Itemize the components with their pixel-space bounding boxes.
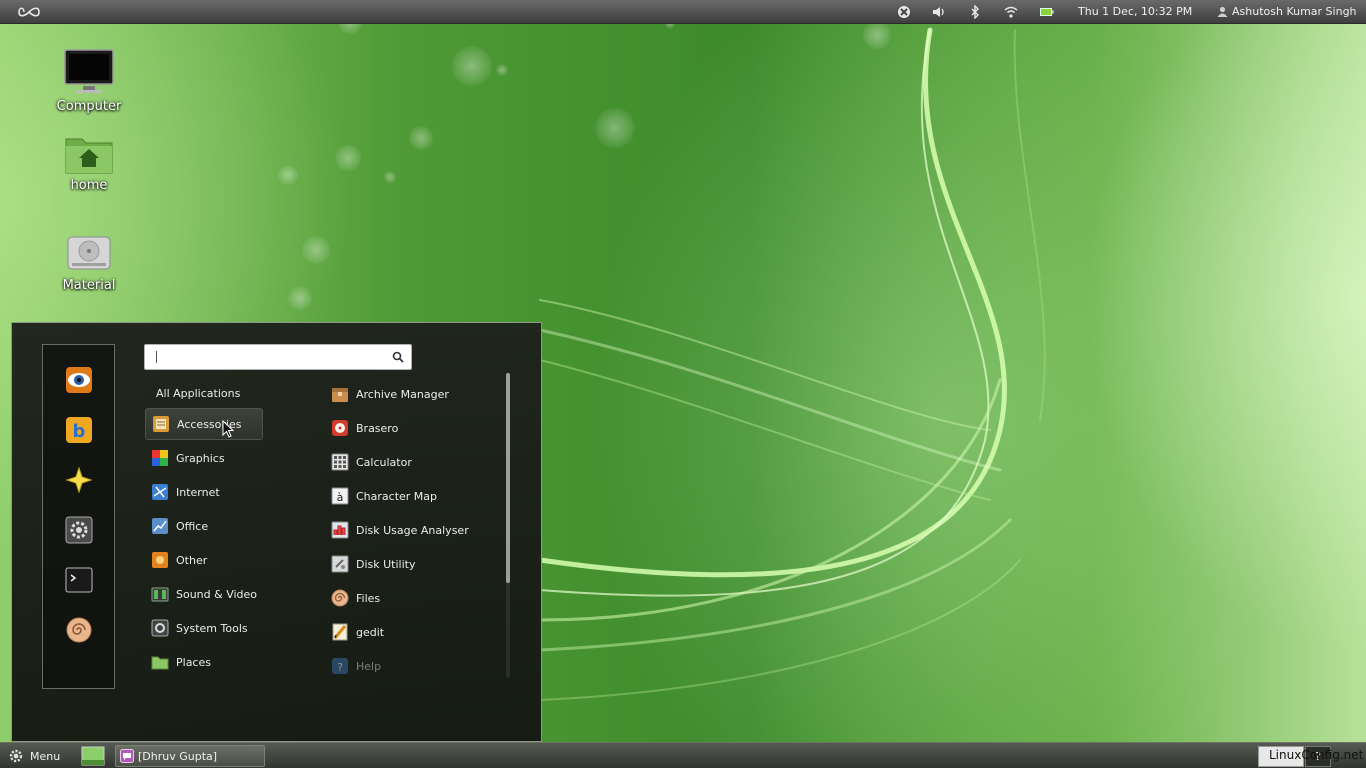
svg-text:?: ? (337, 661, 343, 674)
system-tools-icon (151, 619, 169, 637)
app-disk-utility[interactable]: Disk Utility (325, 548, 503, 580)
application-menu: b All Applications Accessories Graphics … (11, 322, 542, 742)
character-map-icon: à (331, 487, 349, 505)
places-folder-icon (151, 656, 169, 670)
app-label: Brasero (356, 421, 399, 435)
disk-utility-icon (331, 555, 349, 573)
category-places[interactable]: Places (145, 646, 263, 678)
app-archive-manager[interactable]: Archive Manager (325, 378, 503, 410)
menu-button[interactable]: Menu (8, 745, 60, 767)
svg-text:b: b (73, 421, 86, 442)
category-label: Internet (176, 485, 220, 499)
bottom-panel: Menu [Dhruv Gupta] ? LinuxConfig.net (0, 742, 1366, 768)
all-applications-label[interactable]: All Applications (156, 387, 240, 400)
calculator-icon (331, 453, 349, 471)
wifi-icon[interactable] (1001, 0, 1021, 24)
sound-video-icon (151, 587, 169, 602)
bitcoin-app-icon[interactable]: b (65, 416, 93, 444)
mouse-cursor-icon (222, 420, 234, 438)
app-character-map[interactable]: à Character Map (325, 480, 503, 512)
app-calculator[interactable]: Calculator (325, 446, 503, 478)
monitor-icon (64, 49, 114, 93)
app-label: Calculator (356, 455, 412, 469)
help-icon: ? (332, 658, 348, 674)
app-label: Character Map (356, 489, 438, 503)
svg-text:à: à (337, 491, 344, 504)
category-internet[interactable]: Internet (145, 476, 263, 508)
accessibility-icon[interactable] (894, 0, 914, 24)
app-disk-usage-analyser[interactable]: Disk Usage Analyser (325, 514, 503, 546)
user-menu[interactable]: Ashutosh Kumar Singh (1232, 5, 1357, 18)
bluetooth-icon[interactable] (965, 0, 985, 24)
settings-app-icon[interactable] (65, 516, 93, 544)
desktop-icon-material[interactable]: Material (34, 233, 144, 293)
chat-app-icon (120, 749, 134, 763)
drive-icon (67, 236, 111, 270)
category-graphics[interactable]: Graphics (145, 442, 263, 474)
window-title: [Dhruv Gupta] (138, 749, 218, 763)
clock[interactable]: Thu 1 Dec, 10:32 PM (1078, 5, 1192, 18)
desktop-icon-home[interactable]: home (34, 133, 144, 193)
archive-icon (332, 388, 348, 402)
home-folder-icon (65, 138, 113, 174)
infinity-logo-icon[interactable] (18, 4, 40, 20)
search-input[interactable] (144, 344, 412, 370)
app-label: Files (356, 591, 381, 605)
app-label: Disk Utility (356, 557, 416, 571)
category-label: System Tools (176, 621, 248, 635)
category-label: Other (176, 553, 208, 567)
taskbar-window-button[interactable]: [Dhruv Gupta] (115, 745, 265, 767)
other-icon (152, 552, 168, 568)
battery-icon[interactable] (1037, 0, 1057, 24)
disk-usage-icon (331, 521, 349, 539)
category-system-tools[interactable]: System Tools (145, 612, 263, 644)
favorites-panel: b (42, 344, 115, 689)
app-brasero[interactable]: Brasero (325, 412, 503, 444)
category-label: Graphics (176, 451, 225, 465)
category-office[interactable]: Office (145, 510, 263, 542)
office-icon (152, 518, 168, 534)
app-help[interactable]: ? Help (325, 650, 503, 682)
app-files[interactable]: Files (325, 582, 503, 614)
gedit-icon (332, 623, 348, 641)
desktop-icon-computer[interactable]: Computer (34, 48, 144, 114)
category-other[interactable]: Other (145, 544, 263, 576)
app-label: Archive Manager (356, 387, 449, 401)
category-label: Office (176, 519, 209, 533)
star-app-icon[interactable] (65, 466, 93, 494)
desktop-icon-label: Computer (56, 99, 122, 114)
files-app-icon[interactable] (65, 616, 93, 644)
app-label: Help (356, 659, 382, 673)
show-desktop-icon[interactable] (81, 746, 105, 766)
internet-icon (152, 484, 168, 500)
accessories-icon (153, 416, 169, 432)
scrollbar-thumb[interactable] (506, 373, 510, 583)
menu-button-label: Menu (30, 749, 61, 763)
files-icon (331, 589, 349, 607)
user-icon (1217, 6, 1228, 17)
volume-icon[interactable] (929, 0, 949, 24)
eye-app-icon[interactable] (65, 366, 93, 394)
app-label: Disk Usage Analyser (356, 523, 469, 537)
graphics-icon (152, 450, 168, 466)
desktop-icon-label: home (70, 178, 108, 193)
category-accessories[interactable]: Accessories (145, 408, 263, 440)
category-label: Places (176, 655, 211, 669)
category-sound-video[interactable]: Sound & Video (145, 578, 263, 610)
desktop-icon-label: Material (62, 278, 116, 293)
app-label: gedit (356, 625, 385, 639)
brasero-icon (332, 420, 348, 436)
watermark: LinuxConfig.net (1269, 748, 1364, 762)
search-icon[interactable] (392, 351, 404, 363)
app-gedit[interactable]: gedit (325, 616, 503, 648)
terminal-app-icon[interactable] (65, 566, 93, 594)
category-label: Sound & Video (176, 587, 258, 601)
text-cursor (156, 351, 157, 363)
gear-icon (9, 749, 23, 763)
top-panel: Thu 1 Dec, 10:32 PM Ashutosh Kumar Singh (0, 0, 1366, 24)
